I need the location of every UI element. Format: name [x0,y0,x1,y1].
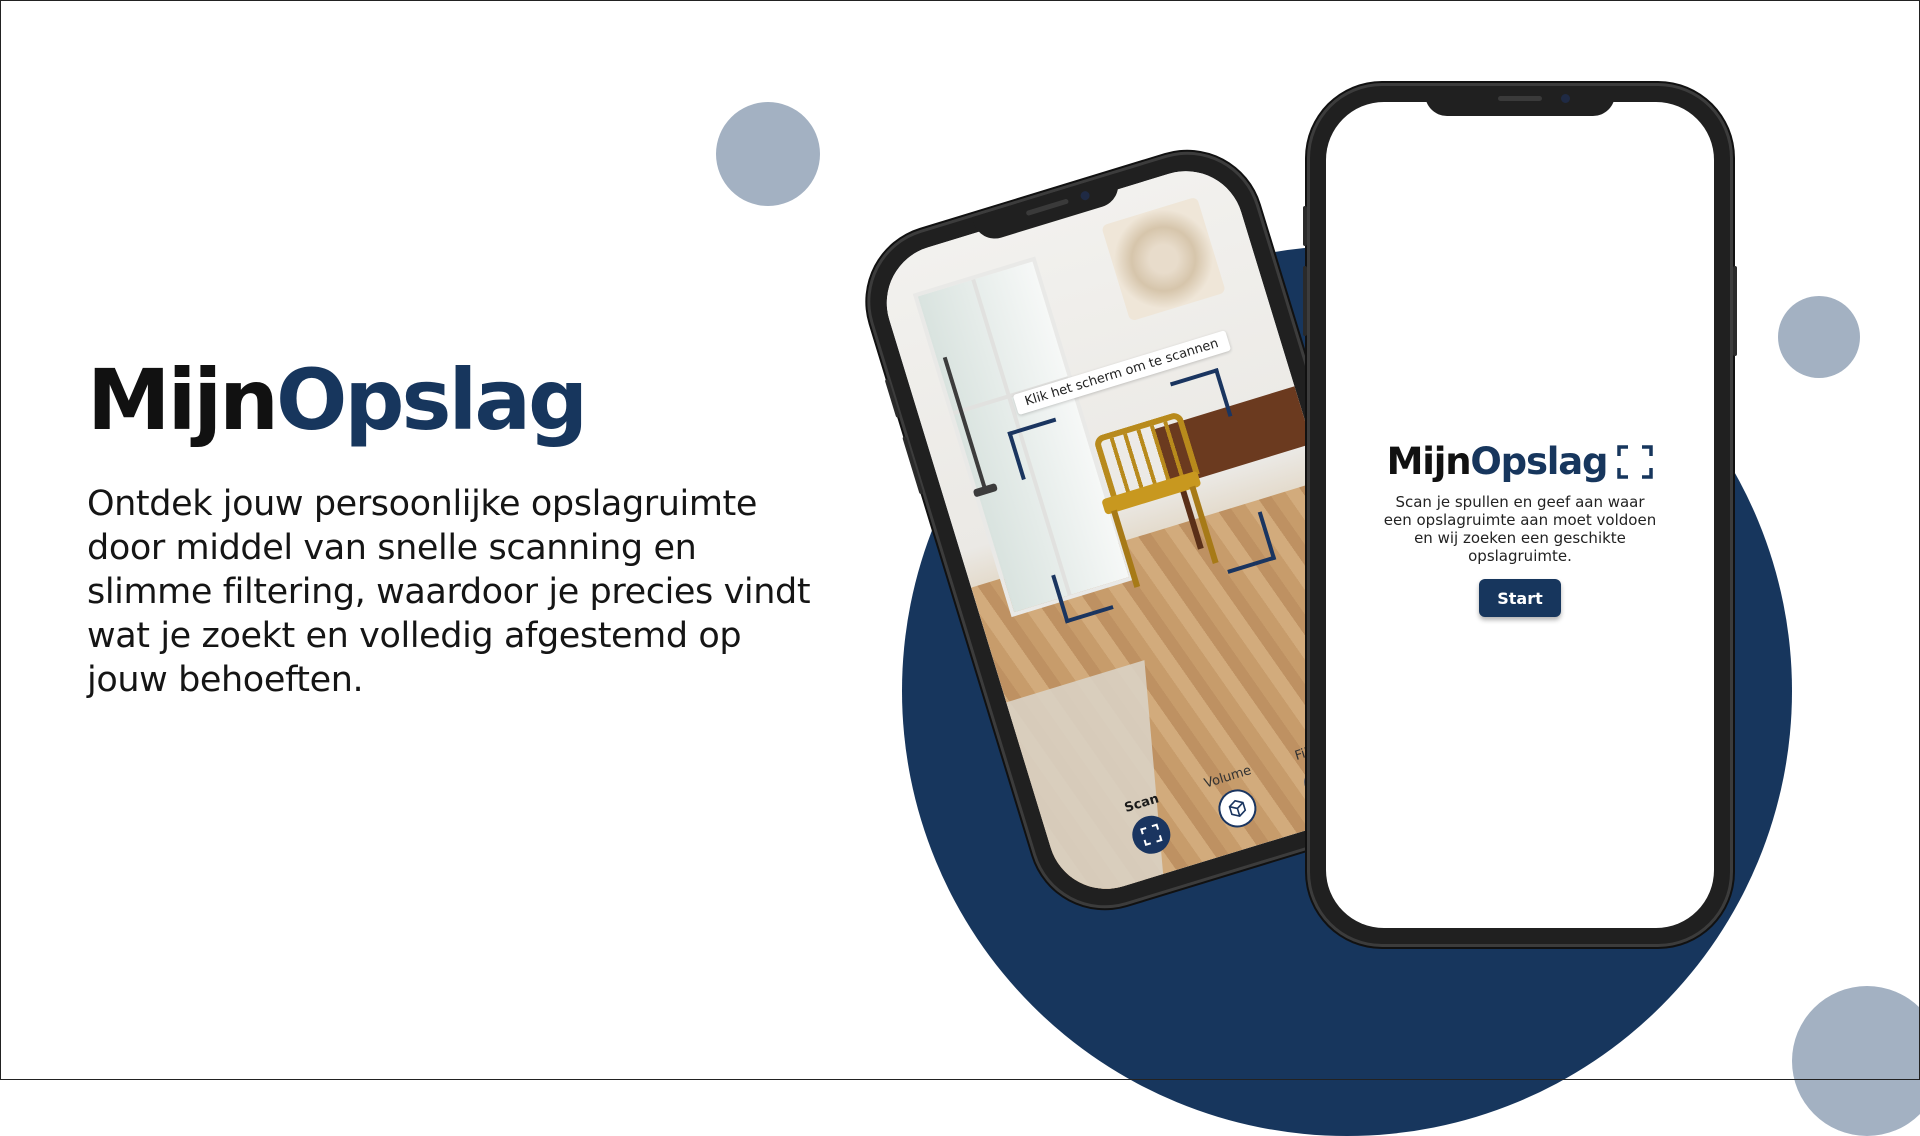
welcome-screen: Mijn Opslag Scan je spullen en geef aan w… [1326,102,1714,928]
brand-title: MijnOpslag [87,358,588,442]
phone-speaker [1025,198,1070,217]
phone-side-button [1303,206,1307,246]
welcome-description: Scan je spullen en geef aan waar een ops… [1383,493,1657,565]
phone-welcome-mockup: Mijn Opslag Scan je spullen en geef aan w… [1303,86,1737,944]
decor-circle-bottom-right [1792,986,1920,1136]
phone-camera [1079,190,1091,202]
phone-side-button [902,436,924,495]
welcome-logo: Mijn Opslag [1387,440,1654,483]
scan-frame-icon [1617,444,1654,479]
welcome-content: Mijn Opslag Scan je spullen en geef aan w… [1326,440,1714,617]
phone-side-button [1733,266,1737,356]
decor-circle-top [716,102,820,206]
scan-frame-icon[interactable] [1127,811,1176,859]
phone-notch [1425,86,1615,116]
tagline: Ontdek jouw persoonlijke opslagruimte do… [87,484,811,700]
decor-circle-right [1778,296,1860,378]
phone-side-button [1303,266,1307,336]
cube-icon[interactable] [1213,784,1262,833]
brand-title-mijn: Mijn [87,351,279,449]
wall-art [1101,196,1226,322]
start-button[interactable]: Start [1479,579,1561,617]
welcome-logo-mijn: Mijn [1386,440,1472,483]
phone-side-button [884,378,901,419]
welcome-logo-opslag: Opslag [1470,440,1608,483]
phone-speaker [1498,96,1542,101]
brand-title-opslag: Opslag [275,351,588,449]
phone-camera [1561,94,1570,103]
